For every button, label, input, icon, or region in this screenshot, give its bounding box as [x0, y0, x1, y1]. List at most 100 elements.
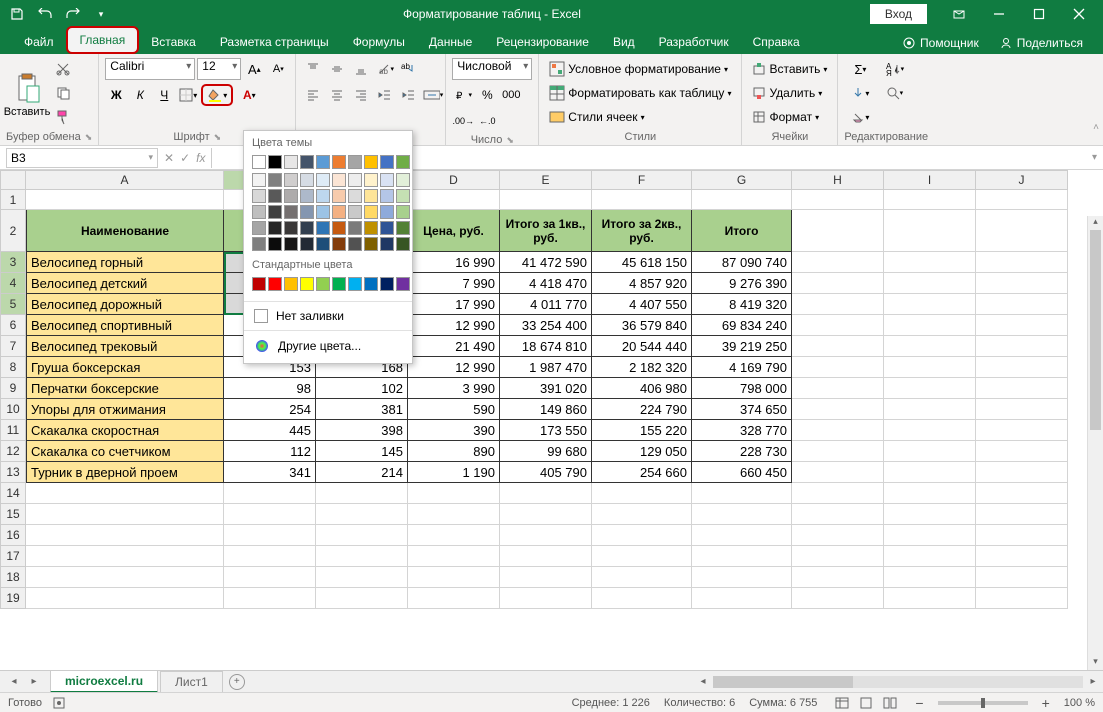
color-swatch[interactable]	[316, 173, 330, 187]
collapse-ribbon-icon[interactable]: ˄	[1093, 122, 1099, 133]
cell[interactable]: 374 650	[692, 399, 792, 420]
cell[interactable]: 254	[224, 399, 316, 420]
cell[interactable]	[500, 504, 592, 525]
col-header[interactable]: J	[976, 170, 1068, 190]
cell[interactable]: 69 834 240	[692, 315, 792, 336]
cancel-formula-icon[interactable]: ✕	[164, 151, 174, 165]
cell[interactable]	[26, 483, 224, 504]
cell[interactable]	[792, 504, 884, 525]
color-swatch[interactable]	[300, 277, 314, 291]
wrap-text-icon[interactable]: ab	[398, 58, 420, 80]
cell[interactable]	[792, 441, 884, 462]
cell[interactable]: 228 730	[692, 441, 792, 462]
view-page-break-icon[interactable]	[879, 695, 901, 711]
cell[interactable]: 798 000	[692, 378, 792, 399]
color-swatch[interactable]	[380, 155, 394, 169]
row-header[interactable]: 9	[0, 378, 26, 399]
copy-icon[interactable]	[52, 82, 74, 104]
cell[interactable]: 2 182 320	[592, 357, 692, 378]
cell[interactable]	[976, 462, 1068, 483]
cell[interactable]	[500, 588, 592, 609]
row-header[interactable]: 3	[0, 252, 26, 273]
color-swatch[interactable]	[284, 221, 298, 235]
cell[interactable]: 36 579 840	[592, 315, 692, 336]
row-header[interactable]: 2	[0, 210, 26, 252]
insert-cells-button[interactable]: Вставить▾	[748, 58, 831, 80]
cell[interactable]	[884, 273, 976, 294]
color-swatch[interactable]	[284, 237, 298, 251]
color-swatch[interactable]	[300, 189, 314, 203]
find-select-icon[interactable]: ▾	[880, 82, 908, 104]
color-swatch[interactable]	[332, 237, 346, 251]
no-fill-item[interactable]: Нет заливки	[244, 304, 412, 328]
cell[interactable]	[500, 567, 592, 588]
tab-formulas[interactable]: Формулы	[341, 30, 417, 54]
cell[interactable]	[976, 252, 1068, 273]
cell[interactable]	[592, 525, 692, 546]
cell[interactable]: Итого за 1кв., руб.	[500, 210, 592, 252]
tab-view[interactable]: Вид	[601, 30, 647, 54]
cell[interactable]	[976, 273, 1068, 294]
cell[interactable]: Велосипед детский	[26, 273, 224, 294]
cell[interactable]: Упоры для отжимания	[26, 399, 224, 420]
cell[interactable]: 660 450	[692, 462, 792, 483]
color-swatch[interactable]	[252, 237, 266, 251]
color-swatch[interactable]	[348, 277, 362, 291]
align-right-icon[interactable]	[350, 84, 372, 106]
color-swatch[interactable]	[268, 189, 282, 203]
number-launcher-icon[interactable]: ⬊	[506, 135, 514, 146]
view-normal-icon[interactable]	[831, 695, 853, 711]
cell[interactable]: 398	[316, 420, 408, 441]
cell[interactable]: 4 857 920	[592, 273, 692, 294]
cell[interactable]: 12 990	[408, 315, 500, 336]
row-header[interactable]: 5	[0, 294, 26, 315]
col-header[interactable]: G	[692, 170, 792, 190]
cell[interactable]	[224, 483, 316, 504]
percent-icon[interactable]: %	[476, 84, 498, 106]
cell[interactable]: 39 219 250	[692, 336, 792, 357]
cell[interactable]	[408, 483, 500, 504]
cell[interactable]	[792, 483, 884, 504]
cell[interactable]: 16 990	[408, 252, 500, 273]
increase-indent-icon[interactable]	[398, 84, 420, 106]
decrease-indent-icon[interactable]	[374, 84, 396, 106]
increase-decimal-icon[interactable]: .00→	[452, 110, 474, 132]
cell[interactable]	[500, 483, 592, 504]
cell[interactable]: 129 050	[592, 441, 692, 462]
row-header[interactable]: 15	[0, 504, 26, 525]
cell[interactable]	[884, 546, 976, 567]
cell[interactable]	[792, 357, 884, 378]
color-swatch[interactable]	[316, 277, 330, 291]
cell[interactable]	[884, 588, 976, 609]
expand-formula-icon[interactable]: ▾	[1086, 152, 1103, 163]
undo-icon[interactable]	[32, 2, 58, 26]
tab-data[interactable]: Данные	[417, 30, 484, 54]
color-swatch[interactable]	[268, 237, 282, 251]
cell[interactable]	[792, 462, 884, 483]
qat-customize-icon[interactable]: ▾	[88, 2, 114, 26]
cell[interactable]: 155 220	[592, 420, 692, 441]
cell[interactable]	[692, 567, 792, 588]
cell[interactable]	[500, 525, 592, 546]
col-header[interactable]: H	[792, 170, 884, 190]
cell[interactable]	[692, 483, 792, 504]
cell[interactable]	[884, 294, 976, 315]
cell[interactable]	[884, 336, 976, 357]
cell[interactable]: 1 987 470	[500, 357, 592, 378]
fill-color-button[interactable]: ▾	[201, 84, 233, 106]
cell[interactable]: Велосипед спортивный	[26, 315, 224, 336]
enter-formula-icon[interactable]: ✓	[180, 151, 190, 165]
maximize-icon[interactable]	[1019, 0, 1059, 28]
color-swatch[interactable]	[332, 221, 346, 235]
clipboard-launcher-icon[interactable]: ⬊	[85, 132, 93, 143]
cell[interactable]: 45 618 150	[592, 252, 692, 273]
cell[interactable]: 405 790	[500, 462, 592, 483]
cell[interactable]	[884, 567, 976, 588]
cell[interactable]	[884, 441, 976, 462]
color-swatch[interactable]	[332, 189, 346, 203]
color-swatch[interactable]	[268, 173, 282, 187]
cell[interactable]: 390	[408, 420, 500, 441]
cell[interactable]	[224, 546, 316, 567]
cell[interactable]: Велосипед трековый	[26, 336, 224, 357]
font-launcher-icon[interactable]: ⬊	[214, 132, 222, 143]
